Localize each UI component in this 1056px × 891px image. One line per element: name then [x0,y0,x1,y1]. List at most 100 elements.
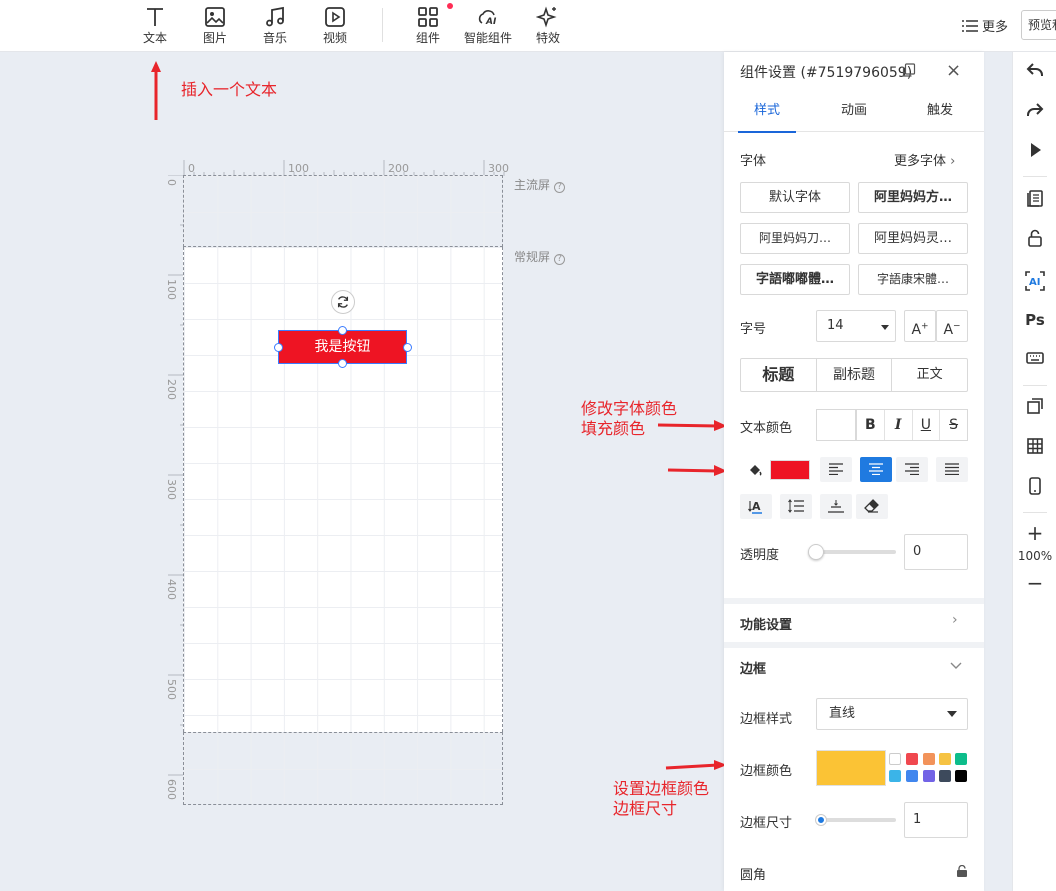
ruler-vertical: 0 100 200 300 400 500 600 [165,174,184,805]
preview-button[interactable]: 预览和 [1021,10,1056,40]
undo-button[interactable] [1023,60,1047,84]
photoshop-button[interactable]: Ps [1023,308,1047,332]
paragraph-spacing-button[interactable] [820,494,852,519]
annotation-insert-text: 插入一个文本 [181,80,278,99]
phone-icon [1025,477,1045,500]
clear-format-button[interactable] [856,494,888,519]
function-settings-title[interactable]: 功能设置 [740,614,792,633]
align-left-icon [829,463,843,479]
font-option[interactable]: 阿里妈妈灵… [858,223,968,254]
line-spacing-button[interactable] [780,494,812,519]
font-decrease-icon: A− [943,321,961,338]
opacity-slider-knob[interactable] [808,544,824,560]
palette-swatch[interactable] [906,770,918,782]
fill-color-button[interactable] [740,458,770,482]
copy-icon[interactable] [902,63,916,81]
palette-swatch[interactable] [889,770,901,782]
resize-handle-left[interactable] [274,343,283,352]
palette-swatch[interactable] [955,753,967,765]
toolbar-ai-component-button[interactable]: AI 智能组件 [460,4,516,50]
redo-button[interactable] [1023,100,1047,124]
help-icon[interactable]: ? [554,182,566,193]
toolbar-video-button[interactable]: 视频 [307,4,363,50]
font-increase-button[interactable]: A+ [904,310,936,342]
zoom-level: 100% [1017,549,1053,563]
lock-button[interactable] [1023,228,1047,252]
ruler-label: 500 [165,679,178,700]
svg-text:AI: AI [485,17,497,27]
fill-color-swatch[interactable] [770,460,810,480]
arrow-up-icon [151,61,161,120]
border-size-slider-track[interactable] [816,818,896,822]
tab-trigger[interactable]: 触发 [897,96,983,132]
zoom-out-button[interactable]: − [1023,572,1047,596]
heading-option-title[interactable]: 标题 [741,359,816,391]
text-direction-button[interactable]: A [740,494,772,519]
border-size-input[interactable]: 1 [904,802,968,838]
canvas-main-zone[interactable] [183,247,503,732]
tab-style[interactable]: 样式 [724,96,810,133]
play-button[interactable] [1023,140,1047,164]
border-style-select[interactable]: 直线 [816,698,968,730]
align-justify-button[interactable] [936,457,968,482]
replace-button[interactable] [1023,396,1047,420]
text-color-swatch[interactable] [816,409,856,441]
tab-animation[interactable]: 动画 [811,96,897,132]
palette-swatch[interactable] [923,753,935,765]
border-size-slider-knob[interactable] [816,815,826,825]
lock-icon[interactable] [956,864,968,881]
border-color-swatch[interactable] [816,750,886,786]
font-option[interactable]: 阿里妈妈刀… [740,223,850,254]
font-option[interactable]: 默认字体 [740,182,850,213]
ai-button[interactable]: AI [1023,270,1047,294]
align-left-button[interactable] [820,457,852,482]
heading-option-subtitle[interactable]: 副标题 [815,359,892,391]
font-decrease-button[interactable]: A− [936,310,968,342]
font-option[interactable]: 字語嘟嘟體… [740,264,850,295]
chevron-down-icon[interactable] [950,658,962,674]
align-right-button[interactable] [896,457,928,482]
more-menu-button[interactable]: 更多 [962,16,1008,36]
italic-button[interactable]: I [883,410,912,440]
strikethrough-button[interactable]: S [939,410,967,440]
heading-option-body[interactable]: 正文 [891,359,967,391]
font-increase-icon: A+ [911,321,929,338]
grid-button[interactable] [1023,436,1047,460]
toolbar-music-button[interactable]: 音乐 [247,4,303,50]
zoom-in-button[interactable]: + [1023,522,1047,546]
phone-canvas[interactable] [183,175,503,805]
align-center-button[interactable] [860,457,892,482]
font-option[interactable]: 字語康宋體… [858,264,968,295]
keyboard-button[interactable] [1023,348,1047,372]
font-option[interactable]: 阿里妈妈方… [858,182,968,213]
resize-handle-top[interactable] [338,326,347,335]
toolbar-text-button[interactable]: 文本 [127,4,183,50]
palette-swatch[interactable] [889,753,901,765]
toolbar-effects-button[interactable]: 特效 [520,4,576,50]
border-section-title[interactable]: 边框 [740,658,766,677]
canvas-bottom-zone [183,732,503,805]
opacity-slider-track[interactable] [816,550,896,554]
opacity-input[interactable]: 0 [904,534,968,570]
rotate-handle[interactable] [331,290,355,314]
palette-swatch[interactable] [955,770,967,782]
underline-button[interactable]: U [911,410,940,440]
toolbar-image-button[interactable]: 图片 [187,4,243,50]
mobile-preview-button[interactable] [1023,476,1047,500]
bold-button[interactable]: B [857,410,884,440]
close-icon[interactable]: × [946,60,961,81]
palette-swatch[interactable] [939,753,951,765]
pages-button[interactable] [1023,188,1047,212]
toolbar-image-label: 图片 [202,31,227,45]
chevron-right-icon[interactable]: › [952,612,958,628]
palette-swatch[interactable] [906,753,918,765]
resize-handle-right[interactable] [403,343,412,352]
toolbar-components-button[interactable]: 组件 [400,4,456,50]
more-fonts-link[interactable]: 更多字体 › [894,150,955,169]
panel-title: 组件设置 (#7519796059) [740,65,913,81]
palette-swatch[interactable] [923,770,935,782]
help-icon[interactable]: ? [554,254,566,265]
palette-swatch[interactable] [939,770,951,782]
font-size-select[interactable]: 14 [816,310,896,342]
resize-handle-bottom[interactable] [338,359,347,368]
